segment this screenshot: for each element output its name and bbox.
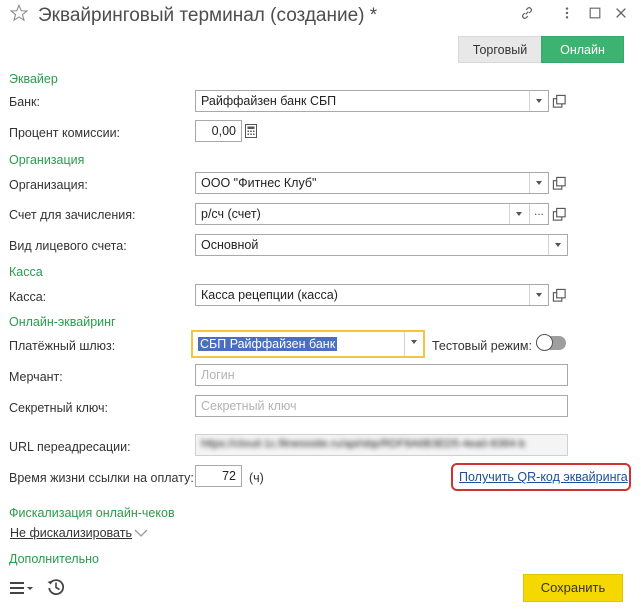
maximize-icon[interactable] — [588, 6, 602, 20]
link-ttl-label: Время жизни ссылки на оплату: — [9, 471, 194, 485]
chevron-down-icon[interactable] — [509, 204, 528, 224]
get-qr-code-link[interactable]: Получить QR-код эквайринга — [451, 463, 631, 491]
personal-account-label: Вид лицевого счета: — [9, 239, 127, 253]
open-icon[interactable] — [552, 288, 567, 303]
chevron-down-icon[interactable] — [529, 173, 548, 193]
test-mode-toggle[interactable] — [536, 334, 566, 351]
mode-torg-button[interactable]: Торговый — [458, 36, 541, 63]
org-select[interactable]: ООО "Фитнес Клуб" — [195, 172, 549, 194]
chevron-down-icon[interactable] — [134, 528, 148, 538]
bank-label: Банк: — [9, 95, 40, 109]
section-acquirer: Эквайер — [9, 72, 58, 86]
secret-input[interactable]: Секретный ключ — [195, 395, 568, 417]
redirect-url-field[interactable]: https://cloud-1c.fitnesssite.ru/api/sbp/… — [195, 434, 568, 456]
more-menu-icon[interactable] — [560, 6, 574, 20]
calculator-icon[interactable] — [244, 124, 258, 138]
open-icon[interactable] — [552, 207, 567, 222]
merchant-label: Мерчант: — [9, 370, 63, 384]
org-label: Организация: — [9, 178, 88, 192]
gateway-select[interactable]: СБП Райффайзен банк — [191, 330, 425, 358]
link-ttl-input[interactable]: 72 — [195, 465, 242, 487]
secret-label: Секретный ключ: — [9, 401, 108, 415]
ellipsis-icon[interactable]: ... — [529, 204, 548, 224]
fiscal-option-select[interactable]: Не фискализировать — [10, 525, 132, 541]
section-kassa: Касса — [9, 265, 43, 279]
account-select[interactable]: р/сч (счет) ... — [195, 203, 549, 225]
redirect-url-label: URL переадресации: — [9, 440, 131, 454]
save-button[interactable]: Сохранить — [523, 574, 623, 602]
window-title: Эквайринговый терминал (создание) * — [38, 5, 378, 26]
merchant-input[interactable]: Логин — [195, 364, 568, 386]
section-organization: Организация — [9, 153, 85, 167]
section-online-acquiring: Онлайн-эквайринг — [9, 315, 116, 329]
open-icon[interactable] — [552, 176, 567, 191]
gateway-label: Платёжный шлюз: — [9, 339, 116, 353]
kassa-label: Касса: — [9, 290, 47, 304]
chevron-down-icon[interactable] — [529, 285, 548, 305]
close-icon[interactable] — [614, 6, 628, 20]
test-mode-label: Тестовый режим: — [432, 339, 532, 353]
chevron-down-icon[interactable] — [529, 91, 548, 111]
open-icon[interactable] — [552, 94, 567, 109]
link-icon[interactable] — [520, 6, 534, 20]
section-fiscalization: Фискализация онлайн-чеков — [9, 506, 175, 520]
personal-account-select[interactable]: Основной — [195, 234, 568, 256]
commission-label: Процент комиссии: — [9, 126, 121, 140]
bank-select[interactable]: Райффайзен банк СБП — [195, 90, 549, 112]
favorite-star-icon[interactable] — [10, 4, 28, 22]
chevron-down-icon[interactable] — [404, 332, 423, 356]
commission-input[interactable]: 0,00 — [195, 120, 242, 142]
link-ttl-unit: (ч) — [249, 471, 264, 485]
menu-icon[interactable] — [10, 581, 34, 595]
mode-online-button[interactable]: Онлайн — [541, 36, 624, 63]
chevron-down-icon[interactable] — [548, 235, 567, 255]
kassa-select[interactable]: Касса рецепции (касса) — [195, 284, 549, 306]
account-label: Счет для зачисления: — [9, 208, 136, 222]
history-icon[interactable] — [46, 577, 66, 597]
section-additional: Дополнительно — [9, 552, 99, 566]
